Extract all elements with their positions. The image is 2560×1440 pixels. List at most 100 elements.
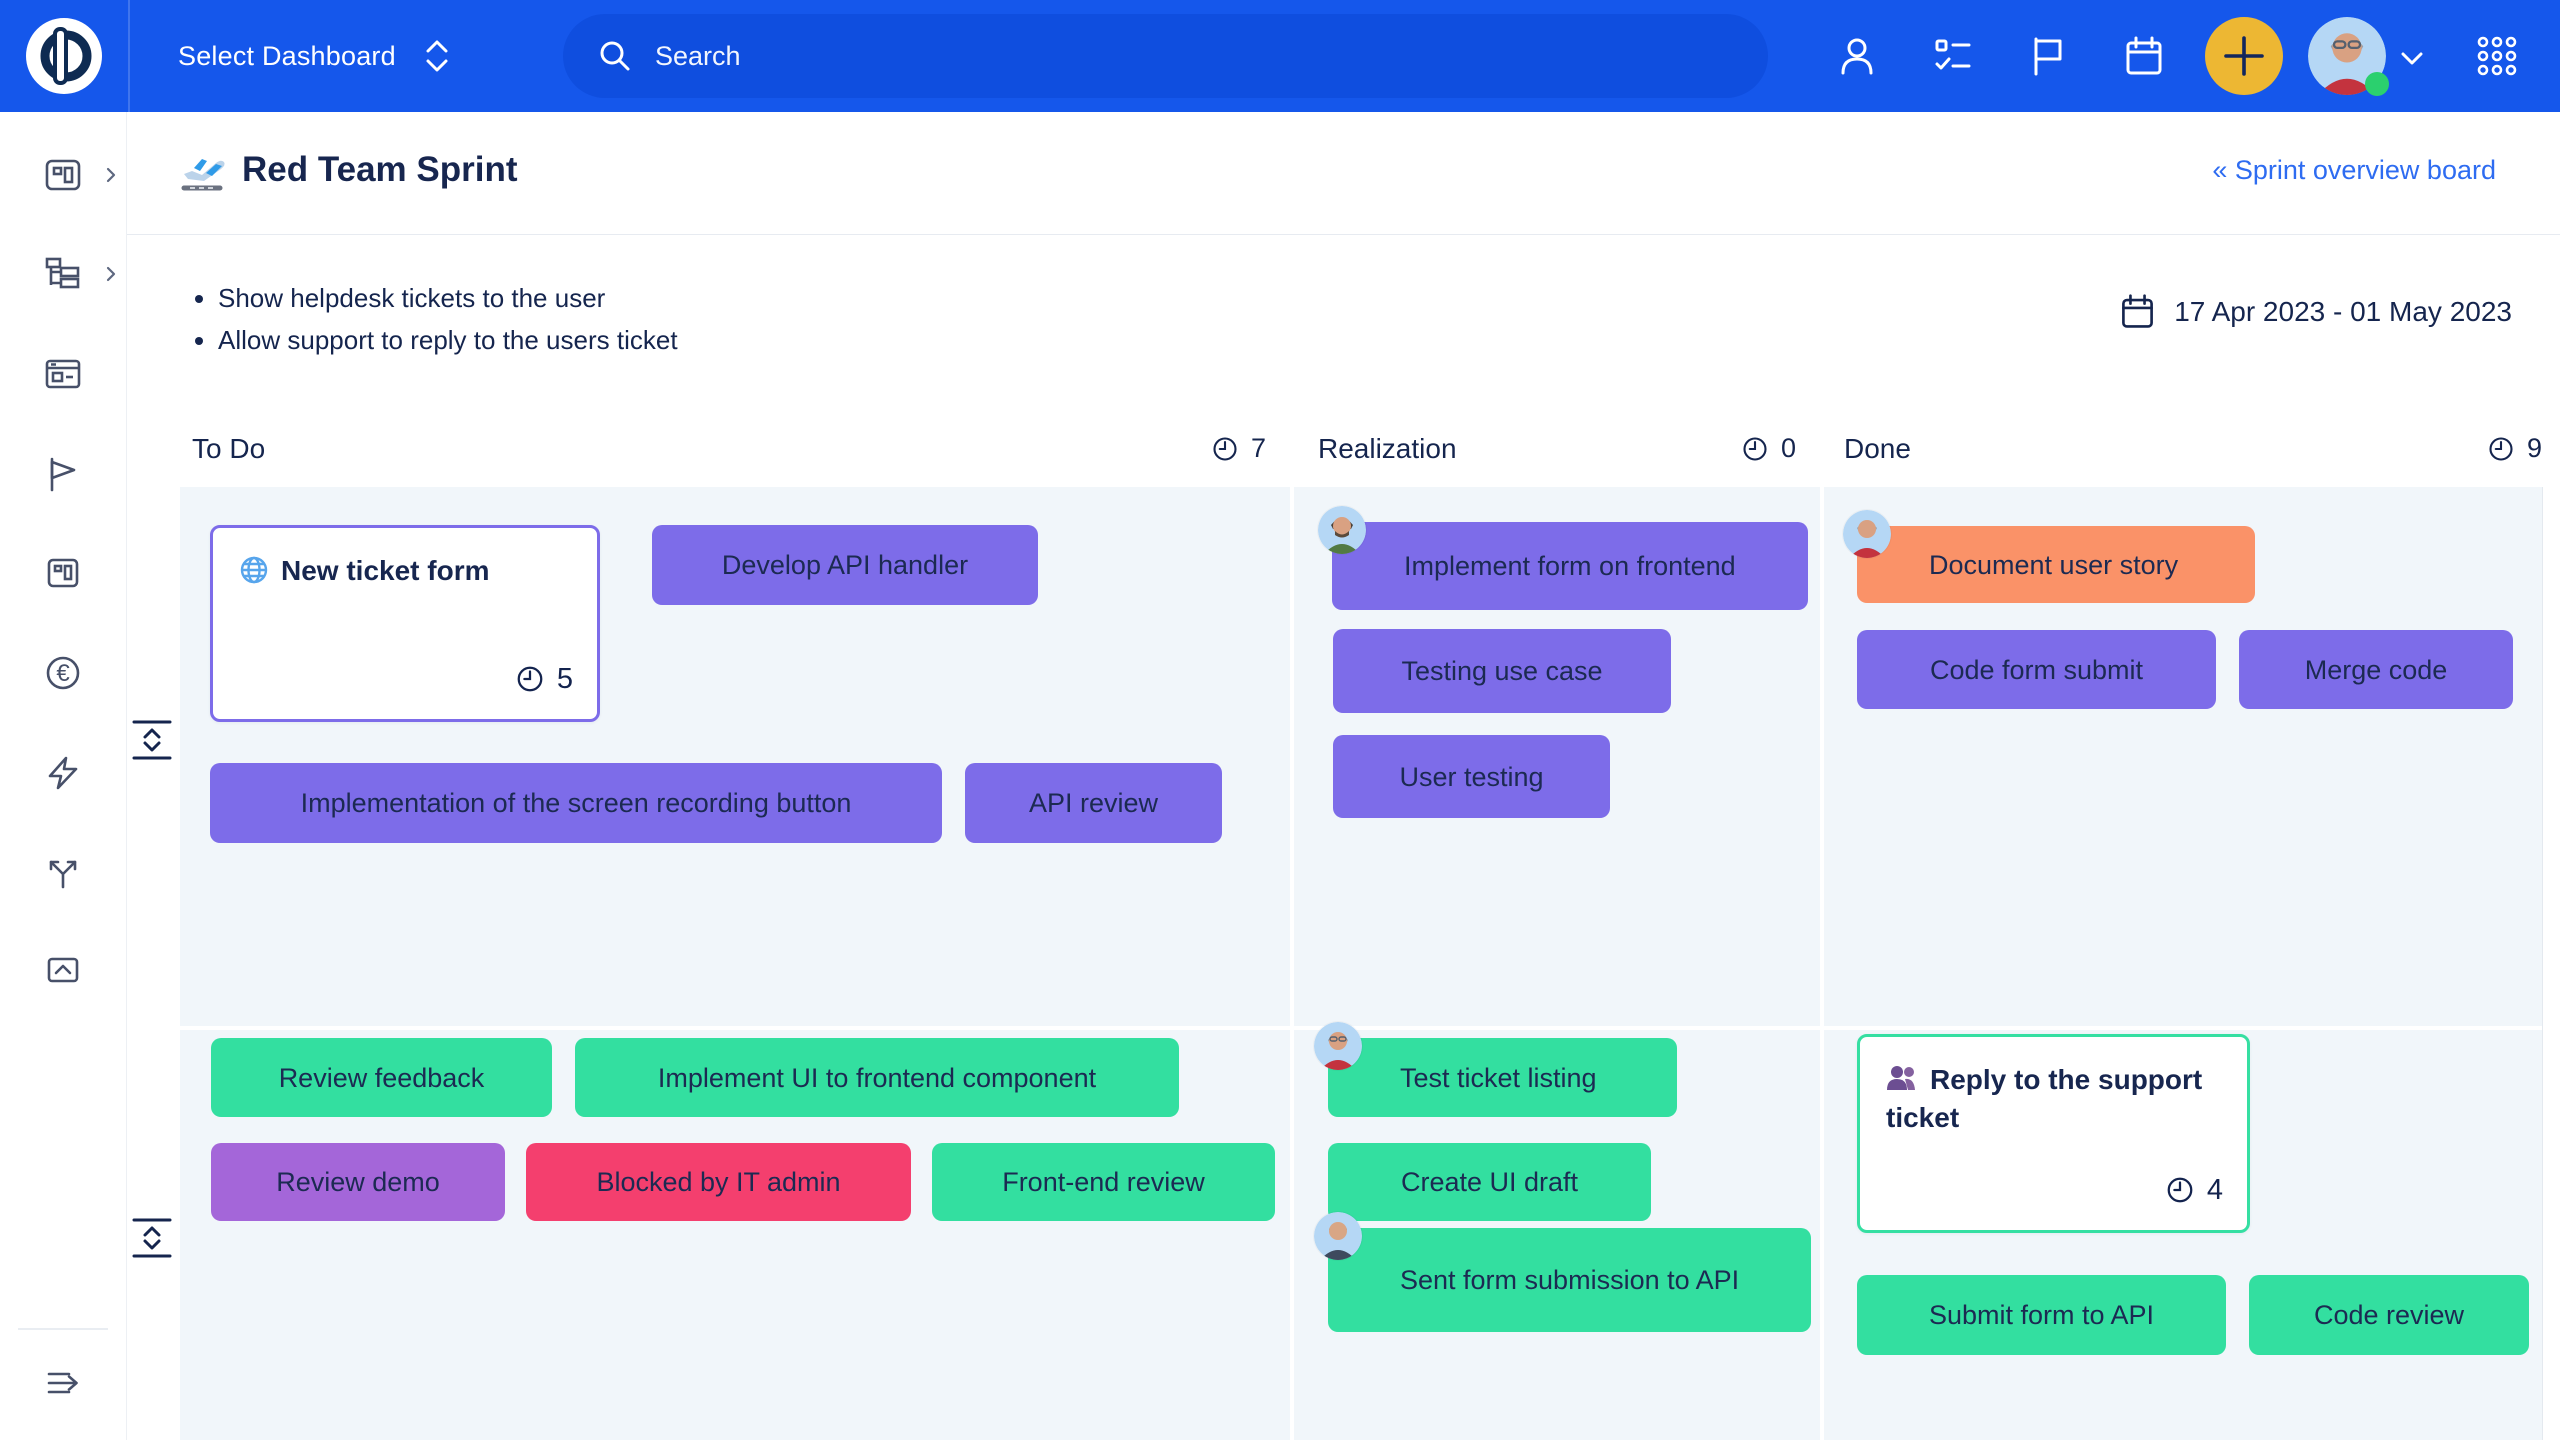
sidebar-item-boards[interactable] bbox=[43, 553, 83, 593]
card-title: New ticket form bbox=[239, 552, 573, 590]
search-input[interactable] bbox=[653, 40, 1657, 73]
card-code-review[interactable]: Code review bbox=[2249, 1275, 2529, 1355]
archive-box-icon bbox=[43, 950, 83, 990]
calendar-icon[interactable] bbox=[2123, 35, 2165, 77]
card-test-ticket-listing[interactable]: Test ticket listing bbox=[1328, 1038, 1677, 1117]
lane2-todo-cell: Review feedback Implement UI to frontend… bbox=[180, 1030, 1290, 1440]
card-document-user-story[interactable]: Document user story bbox=[1857, 526, 2255, 603]
card-merge-code[interactable]: Merge code bbox=[2239, 630, 2513, 709]
board-icon bbox=[43, 553, 83, 593]
sidebar-item-automation[interactable] bbox=[43, 753, 83, 793]
app-logo[interactable] bbox=[25, 17, 103, 95]
chevron-right-icon[interactable] bbox=[102, 265, 120, 283]
clock-icon bbox=[1741, 435, 1769, 463]
column-title: Done bbox=[1844, 433, 1911, 465]
sidebar-divider bbox=[18, 1328, 108, 1330]
assignee-avatar bbox=[1318, 506, 1366, 554]
card-front-end-review[interactable]: Front-end review bbox=[932, 1143, 1275, 1221]
globe-icon bbox=[239, 555, 269, 585]
card-submit-form-api[interactable]: Submit form to API bbox=[1857, 1275, 2226, 1355]
sidebar-item-pages[interactable] bbox=[43, 354, 83, 394]
chevron-right-icon[interactable] bbox=[102, 166, 120, 184]
collapse-sidebar-button[interactable] bbox=[43, 1363, 83, 1403]
card-estimate: 4 bbox=[2165, 1170, 2223, 1210]
online-status-dot bbox=[2365, 72, 2389, 96]
apps-grid-icon[interactable] bbox=[2476, 35, 2518, 77]
sidebar-item-dashboards[interactable] bbox=[43, 155, 83, 195]
card-estimate: 5 bbox=[515, 659, 573, 699]
lane2-realization-cell: Test ticket listing Create UI draft Sent… bbox=[1294, 1030, 1820, 1440]
clock-icon bbox=[2165, 1175, 2195, 1205]
add-plus-button[interactable] bbox=[2205, 17, 2283, 95]
finance-euro-icon: € bbox=[43, 653, 83, 693]
header-divider bbox=[128, 0, 130, 112]
swimlane-collapse-handle[interactable] bbox=[132, 719, 172, 761]
lane1-todo-cell: New ticket form 5 Develop API handler Im… bbox=[180, 487, 1290, 1026]
card-user-testing[interactable]: User testing bbox=[1333, 735, 1610, 818]
user-avatar[interactable] bbox=[2308, 17, 2386, 95]
selector-updown-icon bbox=[424, 36, 450, 76]
card-develop-api-handler[interactable]: Develop API handler bbox=[652, 525, 1038, 605]
chevron-down-icon[interactable] bbox=[2398, 44, 2426, 72]
browser-window-icon bbox=[43, 354, 83, 394]
card-testing-use-case[interactable]: Testing use case bbox=[1333, 629, 1671, 713]
card-implement-form-frontend[interactable]: Implement form on frontend bbox=[1332, 522, 1808, 610]
clock-icon bbox=[2487, 435, 2515, 463]
date-range-label: 17 Apr 2023 - 01 May 2023 bbox=[2174, 296, 2512, 328]
left-sidebar: € bbox=[0, 112, 127, 1440]
sprint-date-range[interactable]: 17 Apr 2023 - 01 May 2023 bbox=[2119, 293, 2512, 330]
card-implementation-screen-recording[interactable]: Implementation of the screen recording b… bbox=[210, 763, 942, 843]
dashboard-selector[interactable]: Select Dashboard bbox=[178, 0, 450, 112]
column-header-todo: To Do 7 bbox=[180, 410, 1290, 487]
flag-icon[interactable] bbox=[2027, 35, 2069, 77]
top-header: Select Dashboard bbox=[0, 0, 2560, 112]
lane1-realization-cell: Implement form on frontend Testing use c… bbox=[1294, 487, 1820, 1026]
sidebar-item-projects[interactable] bbox=[43, 254, 83, 294]
app-window: Select Dashboard bbox=[0, 0, 2560, 1440]
column-title: Realization bbox=[1318, 433, 1457, 465]
sidebar-item-milestones[interactable] bbox=[43, 454, 83, 494]
card-blocked-by-it-admin[interactable]: Blocked by IT admin bbox=[526, 1143, 911, 1221]
sidebar-item-archive[interactable] bbox=[43, 950, 83, 990]
board-scroll-gutter[interactable] bbox=[2542, 487, 2560, 1440]
card-sent-form-submission[interactable]: Sent form submission to API bbox=[1328, 1228, 1811, 1332]
card-review-demo[interactable]: Review demo bbox=[211, 1143, 505, 1221]
search-bar[interactable] bbox=[563, 14, 1768, 98]
sprint-overview-link[interactable]: « Sprint overview board bbox=[2212, 155, 2496, 186]
assignee-avatar bbox=[1314, 1212, 1362, 1260]
lane1-done-cell: Document user story Code form submit Mer… bbox=[1824, 487, 2542, 1026]
plane-departure-icon bbox=[180, 148, 228, 196]
dashboard-icon bbox=[43, 155, 83, 195]
search-icon bbox=[597, 38, 633, 74]
clock-icon bbox=[515, 664, 545, 694]
card-title: Reply to the support ticket bbox=[1886, 1061, 2223, 1137]
svg-text:€: € bbox=[56, 660, 70, 687]
clock-icon bbox=[1211, 435, 1239, 463]
card-create-ui-draft[interactable]: Create UI draft bbox=[1328, 1143, 1651, 1221]
calendar-icon bbox=[2119, 293, 2156, 330]
sprint-goal-item: Allow support to reply to the users tick… bbox=[218, 319, 678, 361]
column-title: To Do bbox=[192, 433, 265, 465]
section-divider bbox=[127, 234, 2560, 235]
column-hours: 0 bbox=[1741, 433, 1796, 464]
card-new-ticket-form[interactable]: New ticket form 5 bbox=[210, 525, 600, 722]
projects-tree-icon bbox=[43, 254, 83, 294]
collapse-menu-icon bbox=[43, 1363, 83, 1403]
card-reply-support-ticket[interactable]: Reply to the support ticket 4 bbox=[1857, 1034, 2250, 1233]
card-implement-ui-component[interactable]: Implement UI to frontend component bbox=[575, 1038, 1179, 1117]
pennant-icon bbox=[43, 454, 83, 494]
workflow-split-icon bbox=[43, 851, 83, 891]
user-icon[interactable] bbox=[1836, 35, 1878, 77]
plus-icon bbox=[2222, 34, 2266, 78]
column-header-done: Done 9 bbox=[1824, 410, 2552, 487]
tasks-checklist-icon[interactable] bbox=[1932, 35, 1974, 77]
card-api-review[interactable]: API review bbox=[965, 763, 1222, 843]
logo-icon bbox=[25, 17, 103, 95]
automation-zap-icon bbox=[43, 753, 83, 793]
sidebar-item-finance[interactable]: € bbox=[43, 653, 83, 693]
card-review-feedback[interactable]: Review feedback bbox=[211, 1038, 552, 1117]
card-code-form-submit[interactable]: Code form submit bbox=[1857, 630, 2216, 709]
swimlane-collapse-handle[interactable] bbox=[132, 1217, 172, 1259]
column-header-realization: Realization 0 bbox=[1294, 410, 1820, 487]
sidebar-item-workflow[interactable] bbox=[43, 851, 83, 891]
